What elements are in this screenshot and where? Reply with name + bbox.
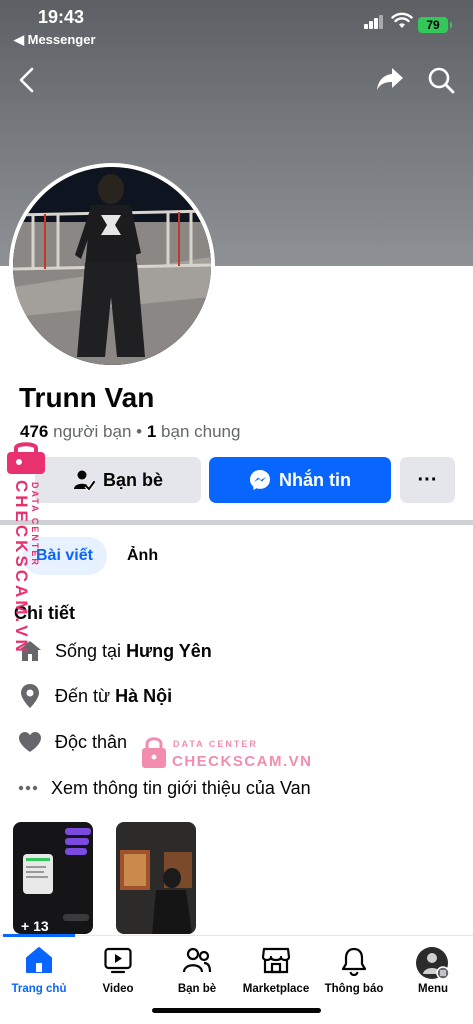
more-photos-count: + 13	[21, 918, 49, 934]
status-bar: 19:43 ◀ Messenger 79	[0, 0, 473, 52]
lock-icon	[142, 737, 166, 768]
wifi-icon	[391, 12, 413, 28]
bell-icon	[341, 947, 367, 976]
watermark-brand: CHECKSCAM.VN	[172, 753, 313, 770]
back-arrow-icon[interactable]	[16, 66, 38, 94]
video-icon	[104, 947, 132, 974]
friends-button[interactable]: Bạn bè	[35, 457, 201, 503]
friends-count: 476	[20, 422, 49, 441]
heart-icon	[19, 732, 41, 752]
watermark-horizontal: DATA CENTER CHECKSCAM.VN	[140, 735, 311, 775]
detail-from: Đến từ Hà Nội	[16, 682, 172, 710]
watermark-vertical: CHECKSCAM.VN DATA CENTER	[3, 440, 53, 655]
friends-label: người bạn	[53, 422, 132, 441]
from-value[interactable]: Hà Nội	[115, 686, 172, 707]
friends-summary[interactable]: 476 người bạn • 1 bạn chung	[20, 422, 240, 442]
mutual-count: 1	[146, 422, 157, 441]
section-divider	[0, 520, 473, 525]
thumbnail-image	[120, 850, 192, 934]
message-button-label: Nhắn tin	[279, 469, 351, 490]
friends-icon	[182, 947, 212, 973]
nav-label: Menu	[417, 983, 449, 995]
nav-menu[interactable]: Menu	[386, 936, 473, 998]
see-about-label: Xem thông tin giới thiệu của Van	[51, 777, 311, 798]
lives-prefix: Sống tại	[55, 640, 122, 661]
see-about-link[interactable]: Xem thông tin giới thiệu của Van	[16, 774, 311, 802]
home-indicator	[152, 1008, 321, 1013]
signal-icon	[364, 15, 384, 29]
lock-icon	[7, 442, 45, 474]
relationship-status: Độc thân	[55, 731, 128, 752]
profile-avatar[interactable]	[9, 163, 215, 369]
watermark-tagline: DATA CENTER	[30, 482, 40, 567]
friends-button-label: Bạn bè	[102, 469, 163, 490]
back-to-messenger[interactable]: ◀ Messenger	[14, 32, 96, 48]
more-options-button[interactable]: ···	[400, 457, 455, 503]
avatar-photo	[13, 167, 211, 365]
menu-avatar-icon	[416, 947, 450, 980]
dot-separator: •	[136, 422, 147, 441]
detail-lives-in: Sống tại Hưng Yên	[16, 637, 212, 665]
message-button[interactable]: Nhắn tin	[209, 457, 391, 503]
search-icon[interactable]	[427, 66, 455, 94]
messenger-icon	[250, 470, 270, 490]
profile-name: Trunn Van	[19, 382, 155, 413]
watermark-brand: CHECKSCAM.VN	[12, 480, 31, 655]
tab-photos[interactable]: Ảnh	[113, 537, 172, 575]
mutual-label: bạn chung	[161, 422, 241, 441]
photo-thumbnail-1[interactable]: + 13	[13, 822, 93, 934]
watermark-tagline: DATA CENTER	[173, 739, 258, 749]
detail-relationship: Độc thân	[16, 728, 127, 756]
location-pin-icon	[21, 684, 39, 708]
marketplace-icon	[261, 947, 291, 974]
home-icon	[26, 947, 52, 973]
lives-value[interactable]: Hưng Yên	[126, 641, 212, 662]
status-time: 19:43	[38, 7, 85, 27]
more-dots-icon	[18, 785, 38, 791]
share-icon[interactable]	[375, 64, 405, 94]
photo-thumbnail-2[interactable]	[116, 822, 196, 934]
battery-icon: 79	[418, 17, 452, 33]
from-prefix: Đến từ	[55, 685, 111, 706]
friend-check-icon	[73, 470, 95, 491]
